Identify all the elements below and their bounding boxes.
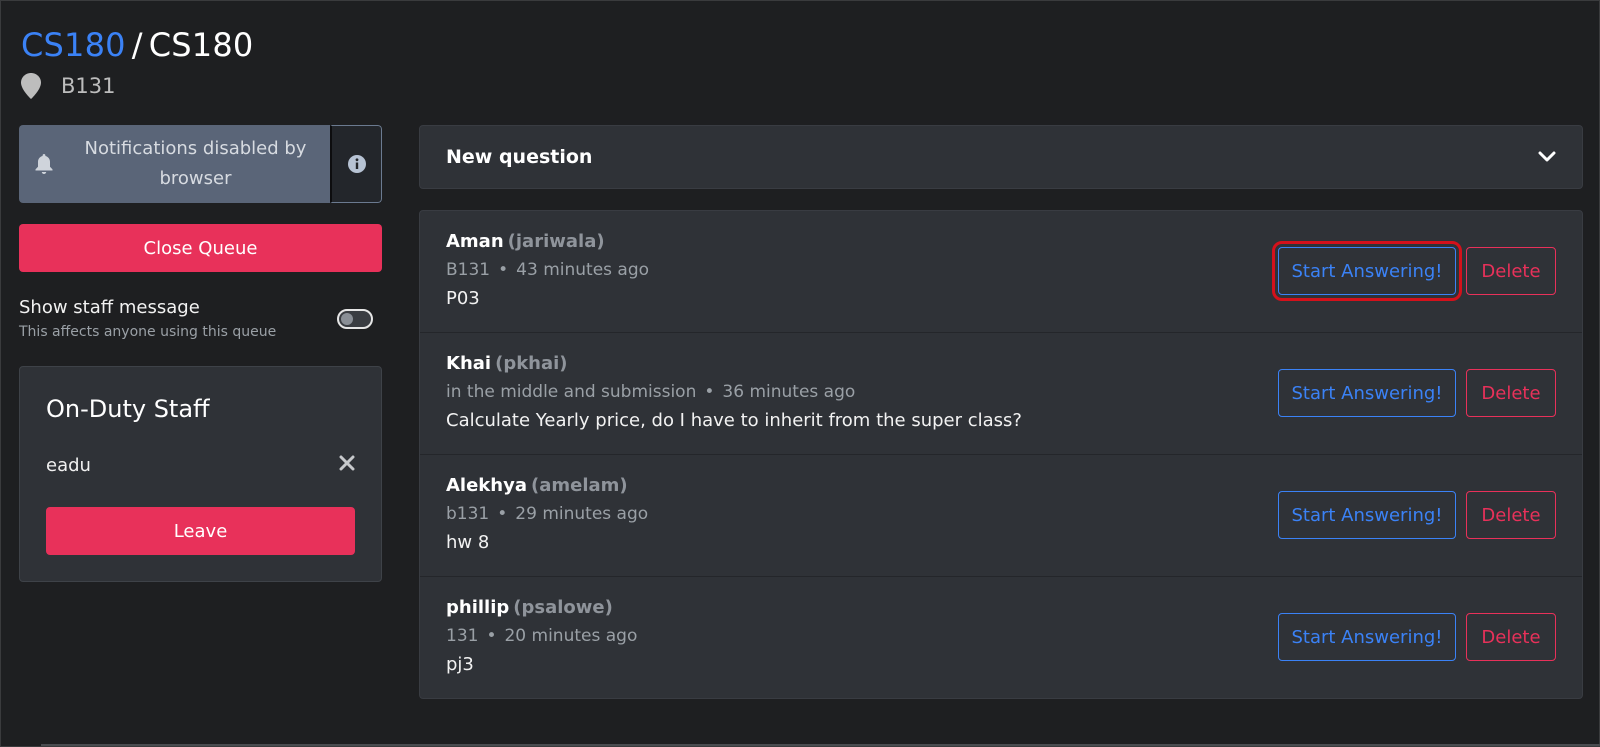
location-label: B131 xyxy=(61,74,116,98)
bottom-divider xyxy=(41,744,1600,746)
question-time: 29 minutes ago xyxy=(515,504,649,524)
notifications-text: Notifications disabled by browser xyxy=(84,138,307,189)
question-time: 43 minutes ago xyxy=(516,260,650,280)
question-location: in the middle and submission xyxy=(446,382,697,402)
meta-separator: • xyxy=(704,382,715,402)
student-name: Aman xyxy=(446,231,504,252)
info-icon xyxy=(347,155,366,173)
on-duty-title: On-Duty Staff xyxy=(46,395,210,423)
question-item: phillip (psalowe) 131 • 20 minutes ago pj3 … xyxy=(420,577,1582,698)
delete-button[interactable]: Delete xyxy=(1466,247,1556,295)
meta-separator: • xyxy=(497,504,508,524)
start-answering-button[interactable]: Start Answering! xyxy=(1278,491,1456,539)
staff-member-name: eadu xyxy=(46,455,91,476)
breadcrumb: CS180/CS180 xyxy=(21,25,253,65)
map-pin-icon xyxy=(21,73,41,99)
chevron-down-icon[interactable] xyxy=(1538,151,1556,163)
question-location: b131 xyxy=(446,504,490,524)
question-item: Khai (pkhai) in the middle and submission… xyxy=(420,333,1582,455)
start-answering-button[interactable]: Start Answering! xyxy=(1272,241,1462,301)
notifications-message: Notifications disabled by browser xyxy=(19,125,330,203)
question-location: 131 xyxy=(446,626,479,646)
new-question-panel[interactable]: New question xyxy=(419,125,1583,189)
new-question-title: New question xyxy=(446,146,593,168)
question-queue: Aman (jariwala) B131 • 43 minutes ago P03 S… xyxy=(419,210,1583,699)
question-item: Aman (jariwala) B131 • 43 minutes ago P03 S… xyxy=(420,211,1582,333)
staff-message-subtitle: This affects anyone using this queue xyxy=(19,324,277,340)
start-answering-button[interactable]: Start Answering! xyxy=(1278,613,1456,661)
student-username: (pkhai) xyxy=(495,353,568,374)
student-name: phillip xyxy=(446,597,510,618)
notifications-banner: Notifications disabled by browser xyxy=(19,125,382,203)
breadcrumb-course-link[interactable]: CS180 xyxy=(21,26,126,64)
question-time: 36 minutes ago xyxy=(722,382,856,402)
breadcrumb-queue: CS180 xyxy=(148,26,254,64)
staff-message-title: Show staff message xyxy=(19,297,200,318)
student-username: (psalowe) xyxy=(513,597,613,618)
student-username: (amelam) xyxy=(530,475,628,496)
staff-message-toggle[interactable] xyxy=(337,309,373,329)
delete-button[interactable]: Delete xyxy=(1466,613,1556,661)
queue-location: B131 xyxy=(21,73,253,99)
toggle-knob xyxy=(341,313,353,325)
app-window: CS180/CS180 B131 Notifications disabled … xyxy=(0,0,1600,747)
meta-separator: • xyxy=(498,260,509,280)
close-queue-button[interactable]: Close Queue xyxy=(19,224,382,272)
bell-icon xyxy=(35,154,53,174)
remove-staff-icon[interactable] xyxy=(339,455,355,471)
start-answering-button[interactable]: Start Answering! xyxy=(1278,369,1456,417)
question-time: 20 minutes ago xyxy=(504,626,638,646)
page-header: CS180/CS180 B131 xyxy=(21,25,253,99)
delete-button[interactable]: Delete xyxy=(1466,491,1556,539)
question-item: Alekhya (amelam) b131 • 29 minutes ago hw 8… xyxy=(420,455,1582,577)
question-location: B131 xyxy=(446,260,491,280)
delete-button[interactable]: Delete xyxy=(1466,369,1556,417)
student-username: (jariwala) xyxy=(507,231,605,252)
student-name: Khai xyxy=(446,353,492,374)
leave-button[interactable]: Leave xyxy=(46,507,355,555)
breadcrumb-separator: / xyxy=(131,26,143,64)
meta-separator: • xyxy=(486,626,497,646)
on-duty-staff-card: On-Duty Staff eadu Leave xyxy=(19,366,382,582)
student-name: Alekhya xyxy=(446,475,527,496)
staff-message-setting: Show staff message This affects anyone u… xyxy=(19,297,382,340)
info-button[interactable] xyxy=(330,125,382,203)
